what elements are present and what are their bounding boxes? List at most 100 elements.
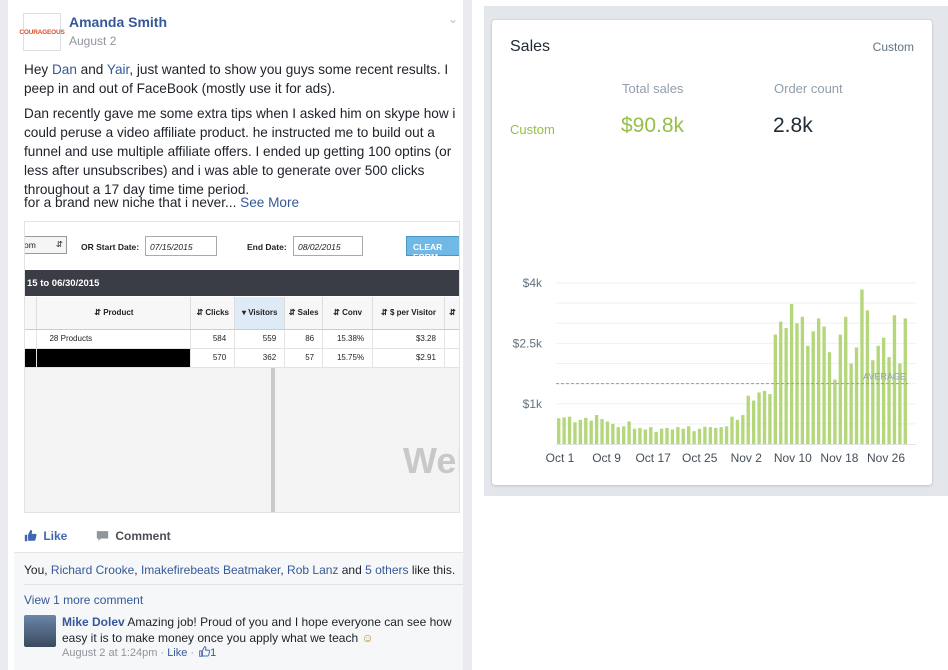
- divider: [271, 368, 275, 512]
- see-more-link[interactable]: See More: [240, 195, 299, 210]
- mention-dan[interactable]: Dan: [52, 62, 77, 77]
- sales-bar: [686, 426, 691, 444]
- x-tick-label: Oct 9: [592, 451, 621, 465]
- commenter-name[interactable]: Mike Dolev: [62, 615, 125, 629]
- sales-bar: [692, 431, 696, 444]
- sales-bar: [741, 415, 745, 444]
- post-paragraph-2: Dan recently gave me some extra tips whe…: [24, 106, 456, 197]
- thumbs-up-icon: [199, 646, 211, 657]
- sales-bar: [605, 421, 610, 444]
- sales-bar: [881, 337, 886, 444]
- table-cell: 362: [234, 348, 286, 368]
- liker-link[interactable]: Rob Lanz: [287, 563, 338, 577]
- text: like this.: [408, 563, 456, 577]
- view-more-comments-link[interactable]: View 1 more comment: [24, 593, 143, 607]
- report-table: ⇵ Product ⇵ Clicks ▾ Visitors ⇵ Sales ⇵ …: [25, 297, 459, 368]
- comment-like-count[interactable]: 1: [210, 647, 216, 659]
- report-start-label: OR Start Date:: [81, 242, 140, 252]
- x-tick-label: Oct 1: [546, 451, 575, 465]
- y-tick-label: $2.5k: [513, 336, 543, 350]
- row-label: Custom: [510, 122, 555, 137]
- sales-bar: [659, 428, 664, 444]
- sales-bar: [762, 390, 767, 444]
- post-image[interactable]: om ⇵ OR Start Date: 07/15/2015 End Date: …: [24, 221, 460, 513]
- sales-bar: [665, 427, 669, 444]
- table-cell: 584: [190, 329, 236, 349]
- sales-bar: [849, 363, 853, 444]
- facebook-post: COURAGEOUS Amanda Smith August 2 ⌄ Hey D…: [0, 0, 472, 670]
- sales-bar: [806, 345, 810, 444]
- report-col-header: ▾ Visitors: [234, 297, 286, 330]
- report-col-header: ⇵ Sales: [284, 297, 324, 330]
- report-col-header: ⇵: [444, 297, 459, 330]
- sales-bar: [578, 419, 583, 444]
- post-date[interactable]: August 2: [69, 34, 116, 48]
- text: for a brand new niche that i never...: [24, 195, 237, 210]
- sales-bar: [670, 429, 675, 444]
- reactions-section: You, Richard Crooke, Imakefirebeats Beat…: [14, 552, 463, 670]
- sales-bar: [816, 318, 821, 444]
- x-tick-label: Nov 26: [867, 451, 905, 465]
- author-name[interactable]: Amanda Smith: [69, 14, 167, 30]
- comment-meta: August 2 at 1:24pm · Like · 1: [62, 646, 216, 659]
- sales-bar: [876, 345, 880, 444]
- sales-bar: [827, 352, 832, 444]
- comment-icon: [96, 531, 109, 541]
- sales-bar: [632, 428, 637, 444]
- report-col-header: ⇵ Product: [36, 297, 192, 330]
- report-date-band: 15 to 06/30/2015: [25, 270, 459, 296]
- card-title: Sales: [510, 38, 551, 55]
- sales-bar: [887, 357, 891, 444]
- chevron-down-icon[interactable]: ⌄: [448, 12, 458, 26]
- sales-bar: [773, 334, 778, 444]
- watermark-text: Wel: [403, 440, 459, 481]
- sales-bar: [719, 427, 723, 444]
- table-cell: $2.91: [372, 348, 445, 368]
- average-label: AVERAGE: [863, 372, 906, 382]
- commenter-avatar[interactable]: [24, 615, 56, 647]
- date-range-link[interactable]: Custom: [873, 40, 914, 54]
- liker-link[interactable]: Richard Crooke: [51, 563, 134, 577]
- comment-button[interactable]: Comment: [96, 529, 171, 543]
- sales-bar: [730, 416, 734, 444]
- table-cell: [25, 329, 38, 349]
- report-end-label: End Date:: [247, 242, 287, 252]
- liker-link[interactable]: Imakefirebeats Beatmaker: [141, 563, 280, 577]
- sales-bar: [735, 419, 740, 444]
- table-cell: $3.28: [372, 329, 445, 349]
- others-link[interactable]: 5 others: [365, 563, 408, 577]
- text: ·: [187, 647, 198, 659]
- sales-bar: [822, 326, 826, 444]
- sales-bar: [751, 400, 756, 444]
- x-tick-label: Nov 18: [820, 451, 858, 465]
- comment-label: Comment: [115, 529, 171, 543]
- y-tick-label: $1k: [523, 397, 543, 411]
- sales-bar: [703, 426, 707, 444]
- sales-bar: [681, 428, 685, 444]
- page-gutter: [463, 0, 472, 670]
- comment-timestamp[interactable]: August 2 at 1:24pm: [62, 647, 157, 659]
- sales-bar: [746, 395, 750, 444]
- like-button[interactable]: Like: [24, 529, 67, 543]
- report-col-header: ⇵ Clicks: [190, 297, 236, 330]
- like-label: Like: [43, 529, 68, 543]
- sales-bar: [833, 379, 837, 444]
- page-gutter: [0, 0, 8, 670]
- sales-bar: [784, 328, 788, 444]
- mention-yair[interactable]: Yair: [107, 62, 129, 77]
- sales-bar: [643, 429, 648, 444]
- comment-like-link[interactable]: Like: [167, 647, 187, 659]
- redacted-cell: [25, 348, 38, 368]
- sales-bar: [757, 392, 761, 444]
- table-cell: [444, 348, 459, 368]
- text: and: [338, 563, 366, 577]
- author-avatar[interactable]: COURAGEOUS: [19, 13, 65, 51]
- report-col-header: ⇵ Conv: [322, 297, 374, 330]
- text: Hey: [24, 62, 52, 77]
- sales-bar: [573, 422, 577, 444]
- table-cell: 559: [234, 329, 286, 349]
- sales-bar: [584, 417, 588, 444]
- report-end-date: 08/02/2015: [293, 236, 363, 256]
- sales-bar: [589, 420, 593, 444]
- sales-bar: [714, 427, 718, 444]
